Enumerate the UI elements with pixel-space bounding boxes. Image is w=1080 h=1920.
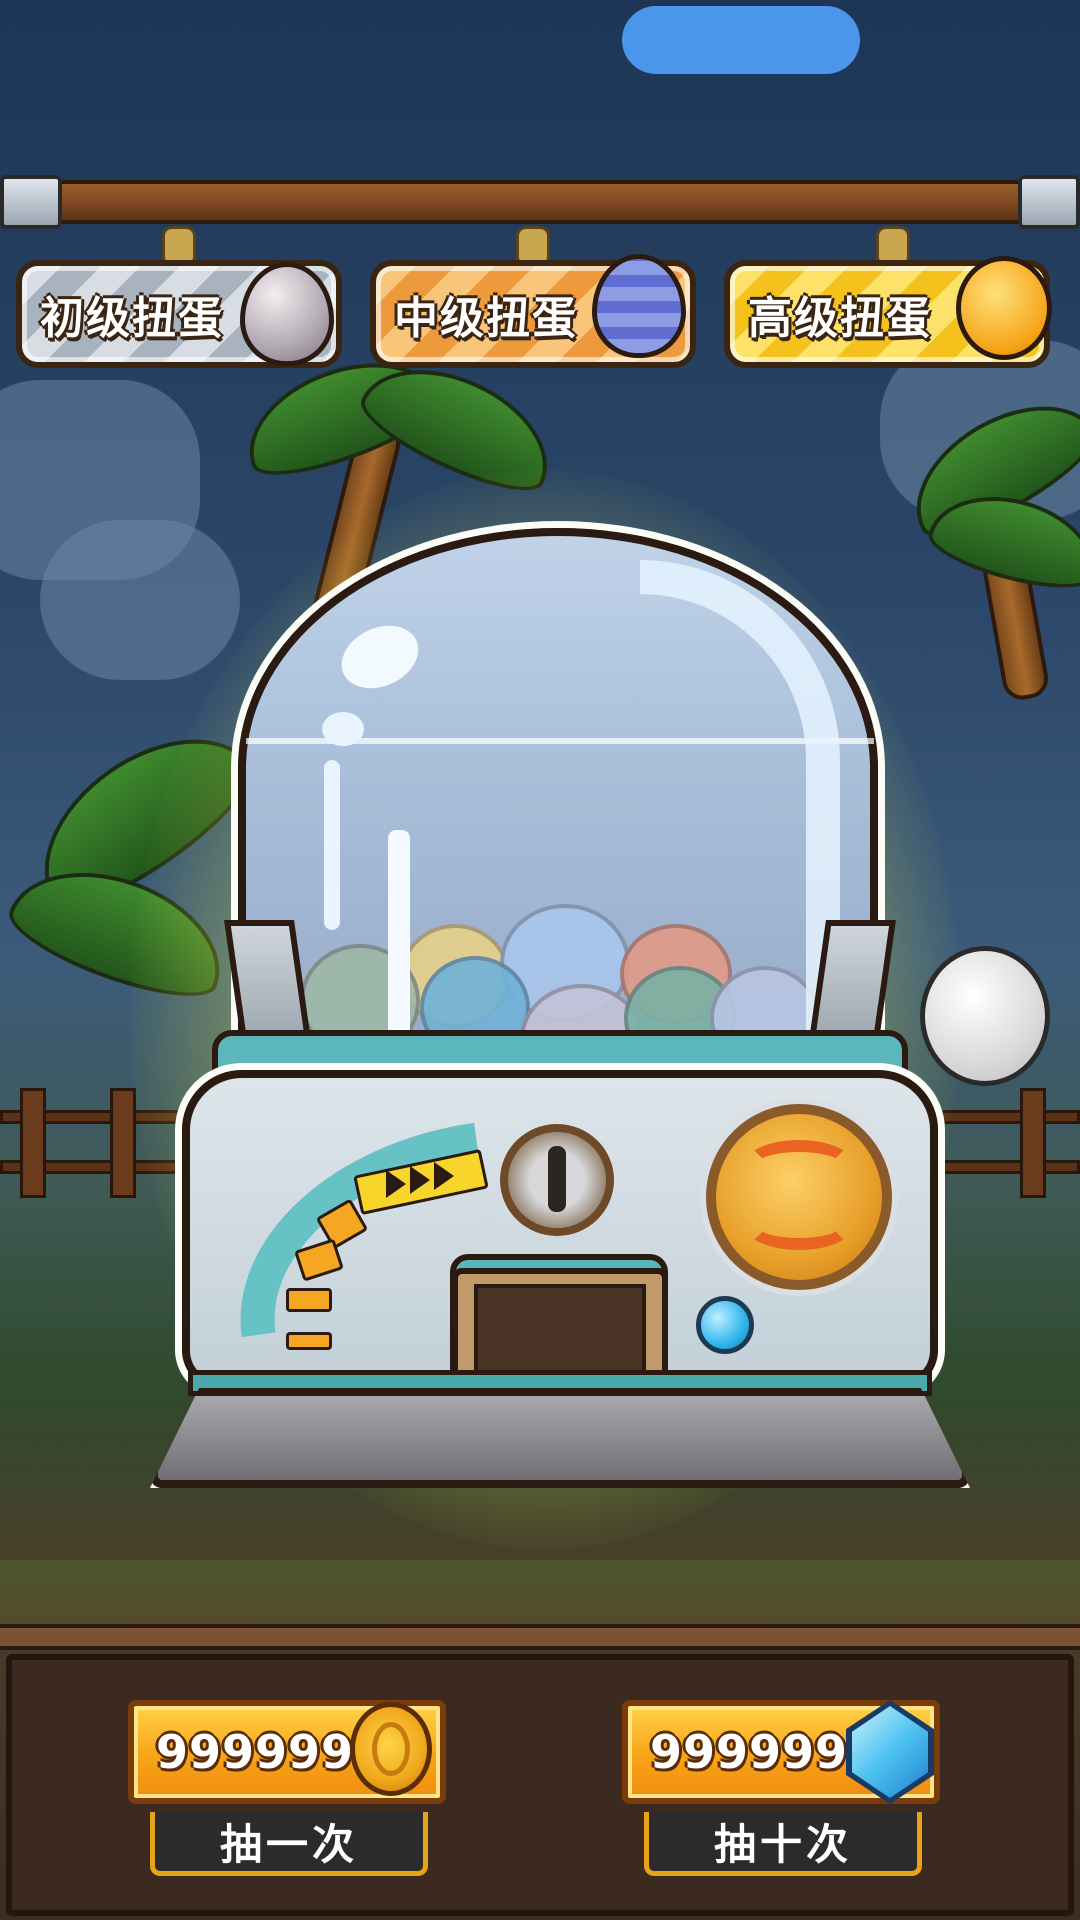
draw-ten-label: 抽十次 <box>713 1820 852 1869</box>
cloud <box>40 520 240 680</box>
ground-strip <box>0 1560 1080 1630</box>
coin-slot-opening <box>548 1146 566 1212</box>
coin-emblem <box>372 1722 410 1776</box>
rotate-arrow-icon <box>744 1140 854 1190</box>
tab-label: 高级扭蛋 <box>748 293 932 344</box>
meter-arrow <box>386 1170 406 1198</box>
dome-shine <box>324 760 340 930</box>
tab-label: 初级扭蛋 <box>40 293 224 344</box>
fence-post <box>110 1088 136 1198</box>
orange-rotate-knob-icon[interactable] <box>706 1104 892 1290</box>
meter-segment <box>286 1288 332 1312</box>
draw-once-button[interactable]: 抽一次 <box>150 1812 428 1876</box>
wood-plank <box>0 1624 1080 1650</box>
rod-cap <box>1018 175 1080 229</box>
draw-ten-button[interactable]: 抽十次 <box>644 1812 922 1876</box>
hanging-rod <box>0 180 1080 224</box>
meter-segment <box>286 1332 332 1350</box>
cost-value: 999999 <box>650 1725 849 1779</box>
machine-base <box>150 1388 970 1488</box>
dome-shine <box>322 712 364 746</box>
fence-post <box>20 1088 46 1198</box>
tab-label: 中级扭蛋 <box>394 293 578 344</box>
golden-star-egg-icon <box>956 256 1052 360</box>
meter-arrow <box>410 1166 430 1194</box>
white-ball <box>920 946 1050 1086</box>
top-pill-button[interactable] <box>622 6 860 74</box>
fence-post <box>1020 1088 1046 1198</box>
rod-cap <box>0 175 62 229</box>
cost-value: 999999 <box>156 1725 355 1779</box>
draw-once-label: 抽一次 <box>219 1820 358 1869</box>
meter-arrow <box>434 1162 454 1190</box>
blue-light-button <box>696 1296 754 1354</box>
rotate-arrow-icon <box>744 1200 854 1250</box>
